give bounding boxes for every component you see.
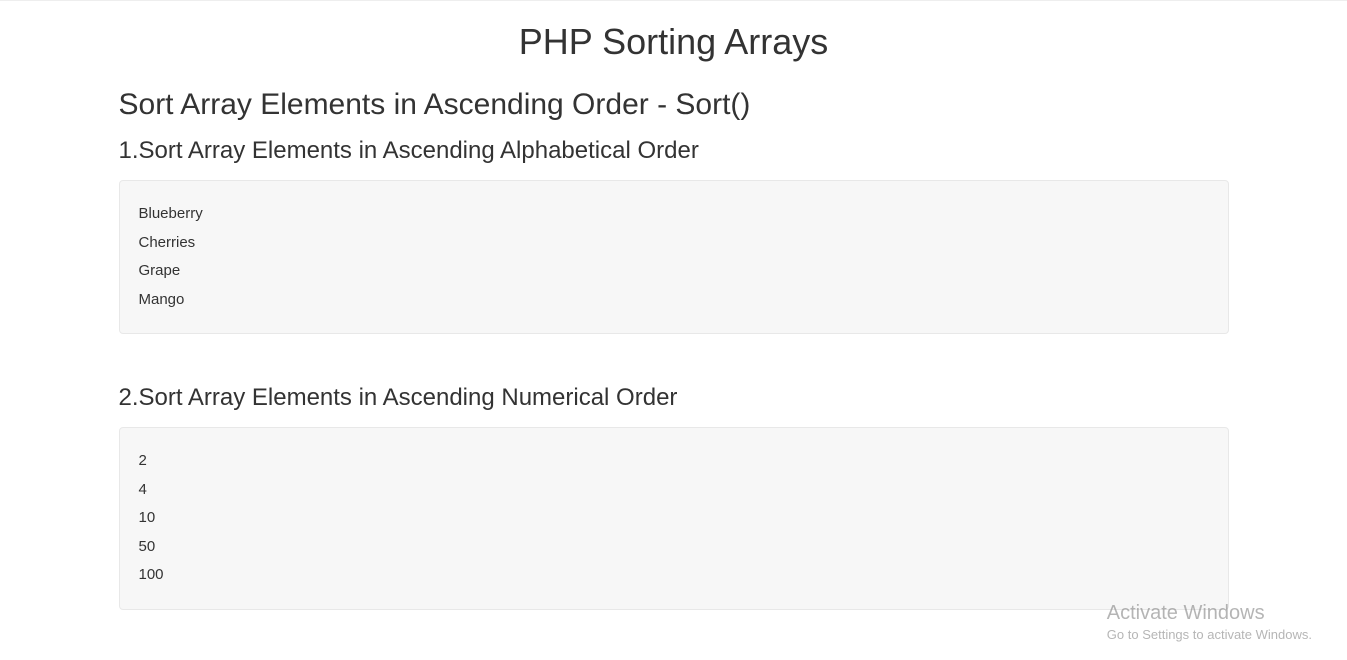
- page-title: PHP Sorting Arrays: [119, 21, 1229, 63]
- list-item: Blueberry: [139, 200, 1209, 229]
- list-item: Cherries: [139, 229, 1209, 258]
- list-item: Mango: [139, 286, 1209, 315]
- watermark-line2: Go to Settings to activate Windows.: [1107, 627, 1312, 642]
- list-item: 100: [139, 561, 1209, 590]
- list-item: 50: [139, 533, 1209, 562]
- list-item: 10: [139, 504, 1209, 533]
- list-item: 2: [139, 447, 1209, 476]
- list-item: Grape: [139, 257, 1209, 286]
- windows-activation-watermark: Activate Windows Go to Settings to activ…: [1107, 602, 1312, 642]
- watermark-line1: Activate Windows: [1107, 602, 1312, 625]
- example1-output-box: Blueberry Cherries Grape Mango: [119, 180, 1229, 334]
- section-heading: Sort Array Elements in Ascending Order -…: [119, 88, 1229, 122]
- example2-heading: 2.Sort Array Elements in Ascending Numer…: [119, 384, 1229, 412]
- example2-output-box: 2 4 10 50 100: [119, 427, 1229, 610]
- example1-heading: 1.Sort Array Elements in Ascending Alpha…: [119, 137, 1229, 165]
- list-item: 4: [139, 476, 1209, 505]
- main-container: PHP Sorting Arrays Sort Array Elements i…: [104, 21, 1244, 610]
